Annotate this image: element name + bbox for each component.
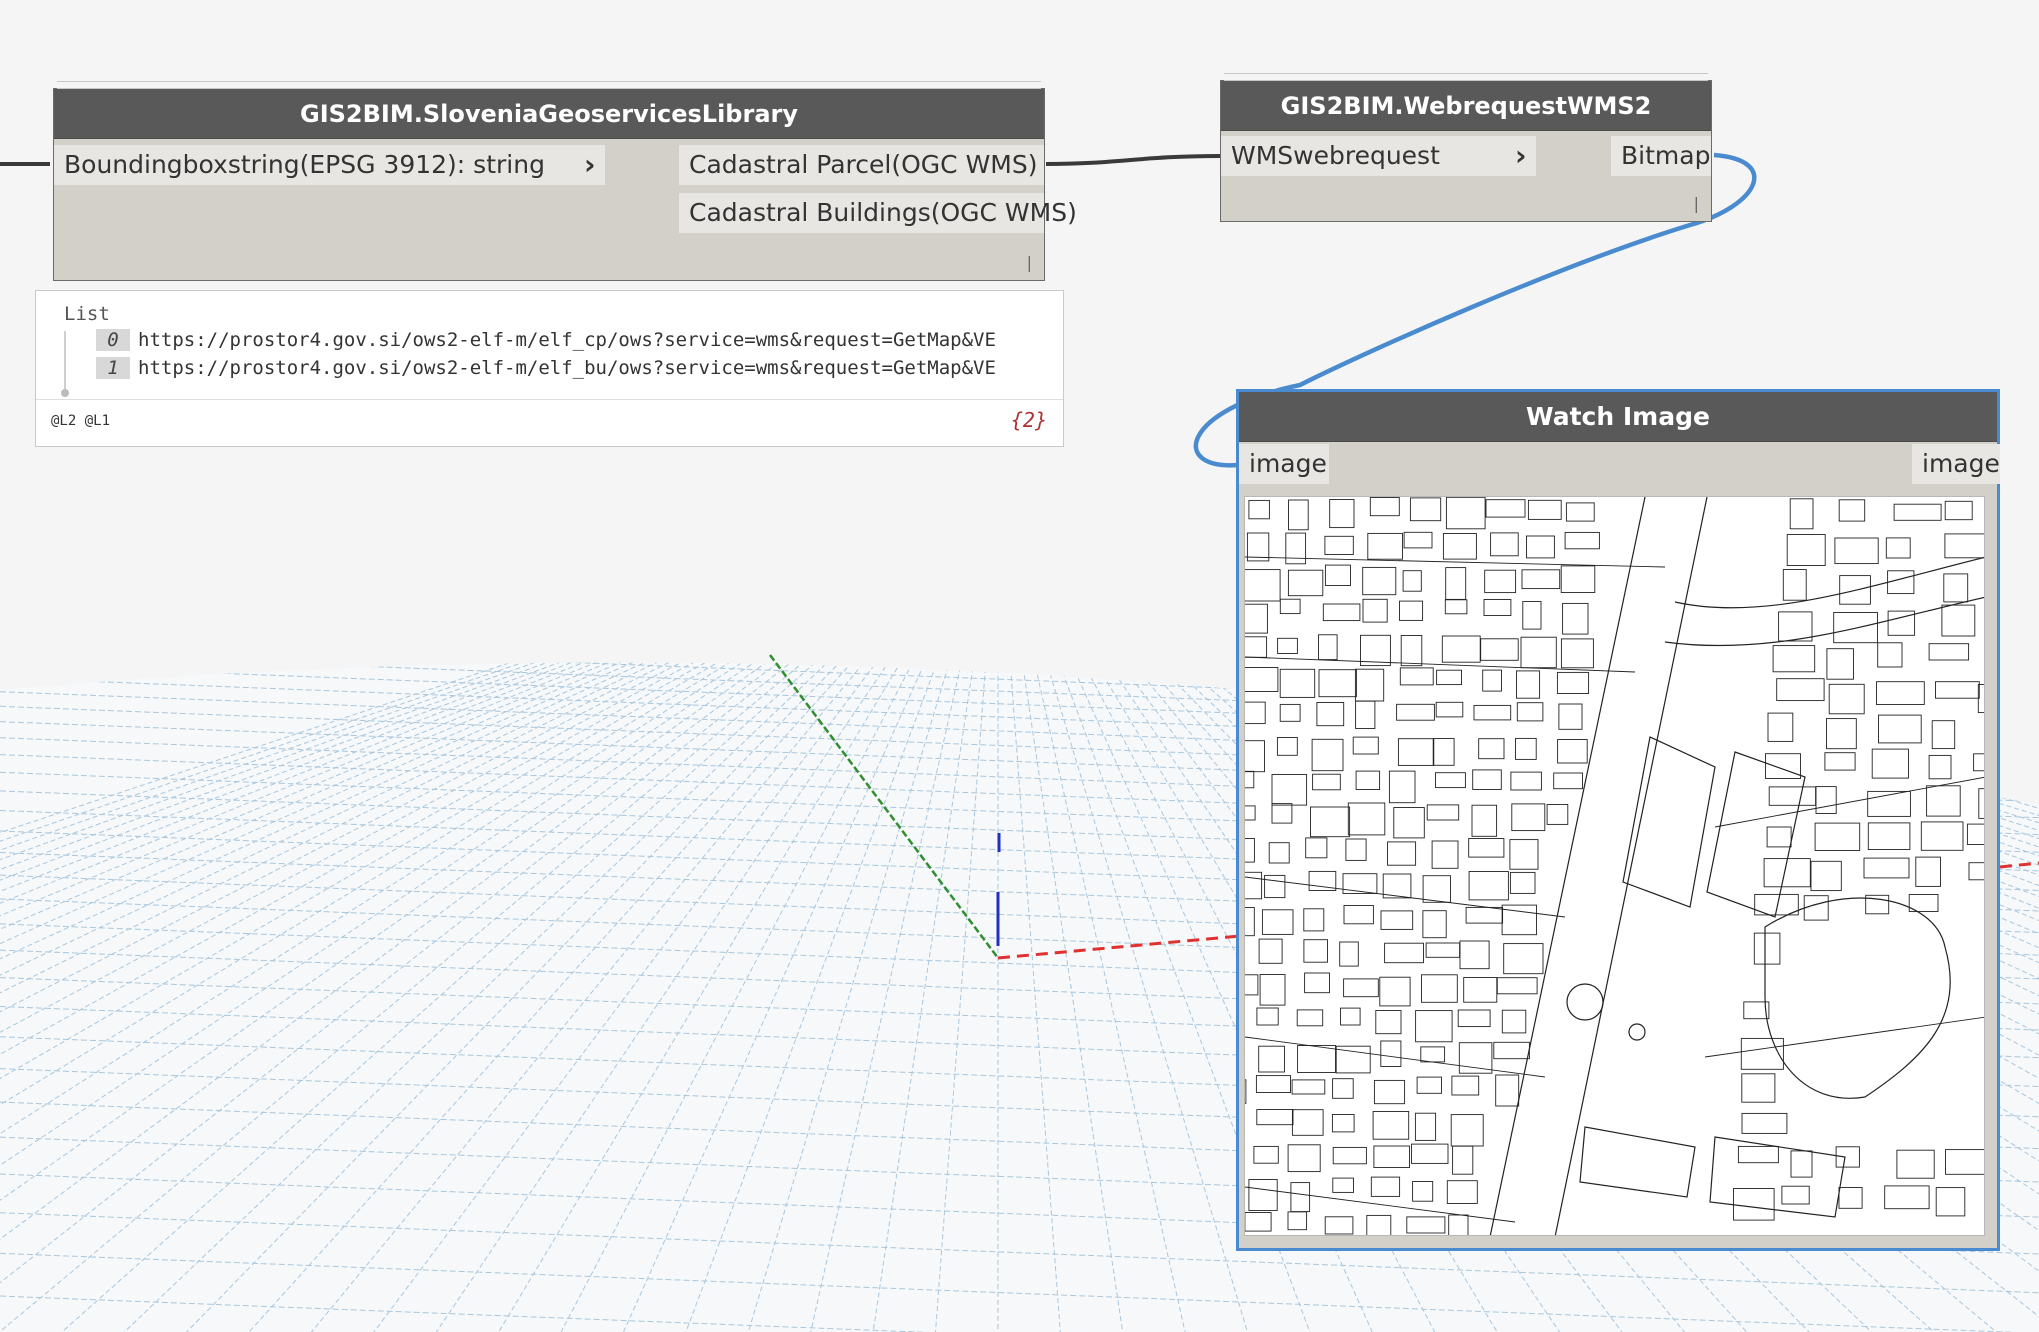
node-slovenia-geoservices-library[interactable]: GIS2BIM.SloveniaGeoservicesLibrary Bound… xyxy=(53,81,1077,281)
output-port-cadastral-buildings[interactable]: Cadastral Buildings(OGC WMS) xyxy=(679,193,1077,233)
cadastral-map-drawing xyxy=(1245,497,1984,1235)
node-webrequest-wms2[interactable]: GIS2BIM.WebrequestWMS2 WMSwebrequest › B… xyxy=(1220,73,1712,222)
node-top-decoration xyxy=(1224,73,1708,81)
list-item-value: https://prostor4.gov.si/ows2-elf-m/elf_c… xyxy=(138,329,996,351)
list-item-value: https://prostor4.gov.si/ows2-elf-m/elf_b… xyxy=(138,357,996,379)
input-port-label: Boundingboxstring(EPSG 3912): string xyxy=(64,150,545,179)
output-port-bitmap[interactable]: Bitmap xyxy=(1611,136,1711,176)
list-tree-line xyxy=(64,331,66,389)
list-item-index: 1 xyxy=(96,357,130,379)
input-port-boundingboxstring[interactable]: Boundingboxstring(EPSG 3912): string › xyxy=(54,145,605,185)
list-item: 0 https://prostor4.gov.si/ows2-elf-m/elf_… xyxy=(96,329,1061,351)
node-title[interactable]: GIS2BIM.SloveniaGeoservicesLibrary xyxy=(54,89,1044,139)
output-port-cadastral-parcel[interactable]: Cadastral Parcel(OGC WMS) xyxy=(679,145,1044,185)
list-tree-dot-icon xyxy=(61,389,69,397)
input-port-label: WMSwebrequest xyxy=(1231,141,1440,170)
preview-footer-divider xyxy=(36,399,1063,400)
preview-list-header: List xyxy=(64,303,110,325)
list-count: {2} xyxy=(1010,408,1047,432)
wire-slovenia-to-webrequest[interactable] xyxy=(1045,154,1221,166)
node-preview-bubble[interactable]: List 0 https://prostor4.gov.si/ows2-elf-m… xyxy=(35,290,1064,447)
output-port-image[interactable]: image xyxy=(1912,444,2000,484)
node-title[interactable]: Watch Image xyxy=(1239,392,1997,442)
resize-handle-icon[interactable]: | xyxy=(1694,194,1699,213)
input-port-image[interactable]: image xyxy=(1239,444,1329,484)
chevron-right-icon[interactable]: › xyxy=(584,145,596,185)
cadastral-map-image xyxy=(1244,496,1985,1236)
list-item: 1 https://prostor4.gov.si/ows2-elf-m/elf_… xyxy=(96,357,1061,379)
node-watch-image[interactable]: Watch Image image image xyxy=(1236,389,2000,1251)
resize-handle-icon[interactable]: | xyxy=(1027,253,1032,272)
list-levels: @L2 @L1 xyxy=(51,413,111,429)
node-top-decoration xyxy=(57,81,1041,89)
chevron-right-icon[interactable]: › xyxy=(1515,136,1527,176)
input-port-wmswebrequest[interactable]: WMSwebrequest › xyxy=(1221,136,1536,176)
list-item-index: 0 xyxy=(96,329,130,351)
node-title[interactable]: GIS2BIM.WebrequestWMS2 xyxy=(1221,81,1711,131)
